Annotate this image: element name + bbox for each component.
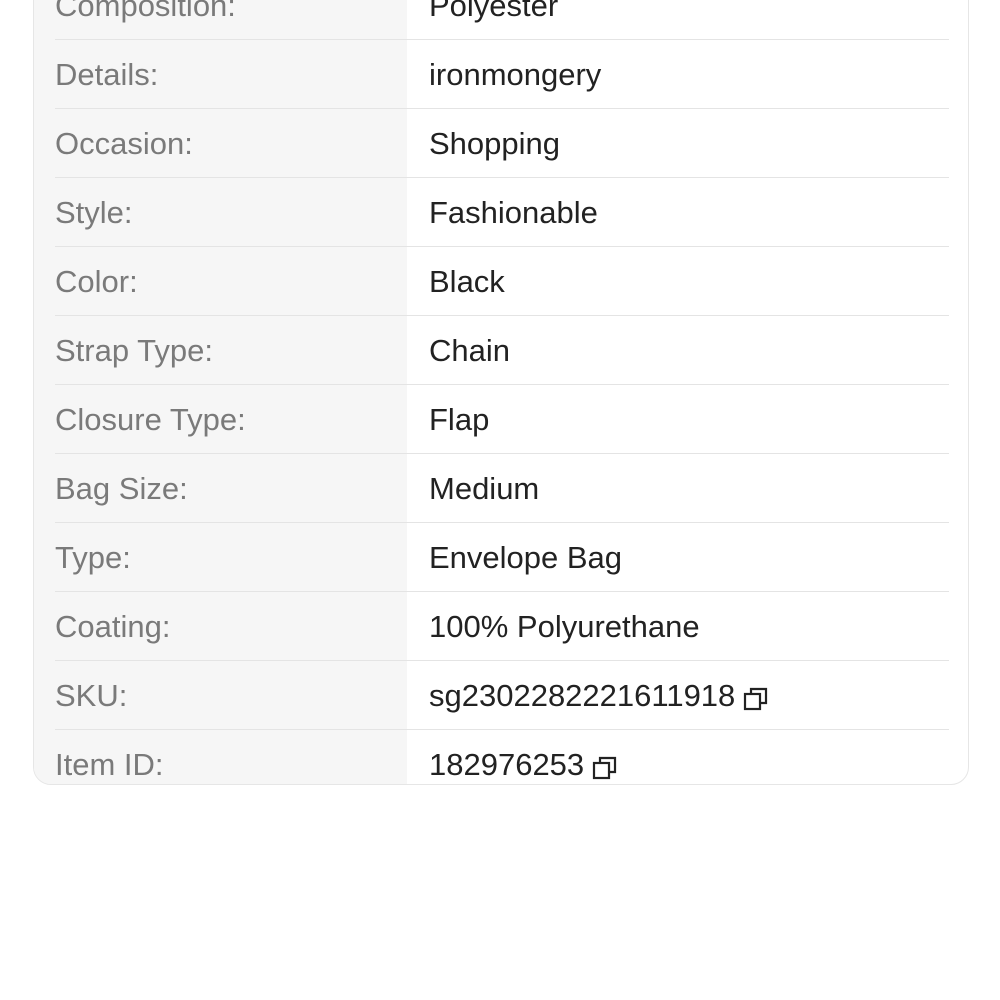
spec-value: Polyester xyxy=(429,0,558,40)
spec-value-text: Chain xyxy=(429,333,510,368)
spec-row-style: Style: Fashionable xyxy=(55,178,949,247)
spec-label: Color: xyxy=(55,264,138,299)
spec-row-composition: Composition: Polyester xyxy=(55,0,949,40)
spec-value: Shopping xyxy=(429,109,560,178)
spec-value-text: Black xyxy=(429,264,505,299)
spec-label: Strap Type: xyxy=(55,333,213,368)
spec-row-item-id: Item ID: 182976253 xyxy=(55,730,949,784)
spec-value-text: Envelope Bag xyxy=(429,540,623,575)
spec-label: Style: xyxy=(55,195,133,230)
spec-label: Details: xyxy=(55,57,159,92)
spec-row-details: Details: ironmongery xyxy=(55,40,949,109)
spec-label: Composition: xyxy=(55,0,236,23)
spec-value: Envelope Bag xyxy=(429,523,622,592)
spec-label: SKU: xyxy=(55,678,128,713)
spec-value: sg2302282221611918 xyxy=(429,661,769,730)
spec-label: Type: xyxy=(55,540,131,575)
spec-value-text: 100% Polyurethane xyxy=(429,609,700,644)
copy-icon[interactable] xyxy=(743,686,769,712)
spec-value: Fashionable xyxy=(429,178,598,247)
spec-value-text: Flap xyxy=(429,402,490,437)
spec-row-closure-type: Closure Type: Flap xyxy=(55,385,949,454)
product-specs-card: Composition: Polyester Details: ironmong… xyxy=(33,0,969,785)
spec-value: Flap xyxy=(429,385,489,454)
spec-value: Medium xyxy=(429,454,539,523)
spec-label: Coating: xyxy=(55,609,171,644)
spec-row-bag-size: Bag Size: Medium xyxy=(55,454,949,523)
spec-value: Chain xyxy=(429,316,510,385)
spec-value-text: ironmongery xyxy=(429,57,602,92)
spec-row-sku: SKU: sg2302282221611918 xyxy=(55,661,949,730)
spec-label: Occasion: xyxy=(55,126,193,161)
spec-row-color: Color: Black xyxy=(55,247,949,316)
spec-row-coating: Coating: 100% Polyurethane xyxy=(55,592,949,661)
spec-value: 100% Polyurethane xyxy=(429,592,700,661)
spec-value: Black xyxy=(429,247,505,316)
spec-value-text: Polyester xyxy=(429,0,559,23)
specs-table: Composition: Polyester Details: ironmong… xyxy=(55,0,949,784)
spec-row-occasion: Occasion: Shopping xyxy=(55,109,949,178)
spec-row-type: Type: Envelope Bag xyxy=(55,523,949,592)
spec-label: Bag Size: xyxy=(55,471,188,506)
spec-label: Closure Type: xyxy=(55,402,246,437)
spec-value-text: Fashionable xyxy=(429,195,598,230)
spec-row-strap-type: Strap Type: Chain xyxy=(55,316,949,385)
spec-value-text: Shopping xyxy=(429,126,561,161)
sku-value-text: sg2302282221611918 xyxy=(429,678,736,713)
spec-value: 182976253 xyxy=(429,730,618,784)
spec-value: ironmongery xyxy=(429,40,601,109)
spec-label: Item ID: xyxy=(55,747,164,782)
spec-value-text: Medium xyxy=(429,471,540,506)
copy-icon[interactable] xyxy=(592,755,618,781)
item-id-value-text: 182976253 xyxy=(429,747,585,782)
